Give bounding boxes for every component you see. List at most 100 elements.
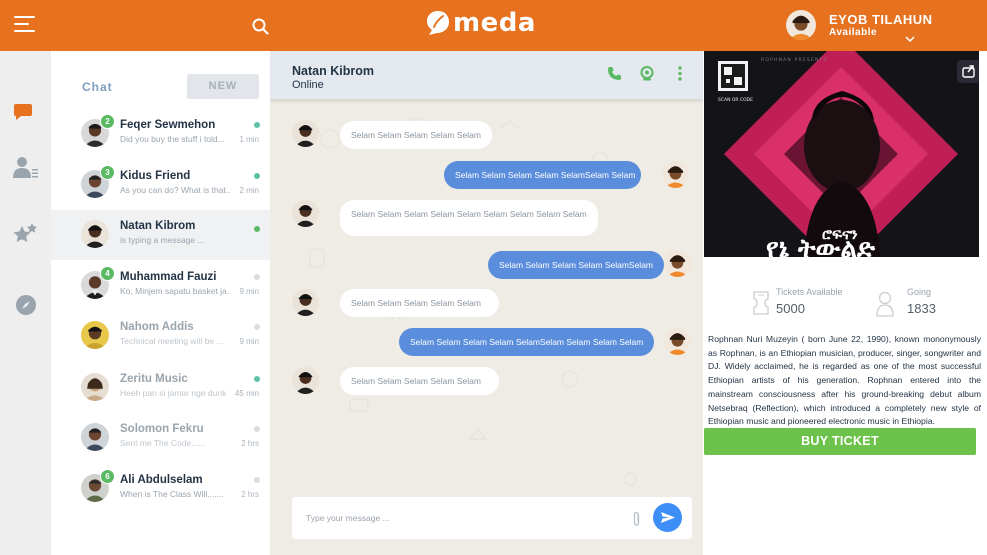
chat-bubble-icon[interactable] (12, 101, 34, 128)
share-icon (962, 65, 975, 78)
list-item[interactable]: 4 Muhammad Fauzi Ko, Minjem sapatu baske… (51, 261, 270, 311)
video-call-icon[interactable] (639, 66, 655, 86)
list-item[interactable]: Nahom Addis Technical meeting will be ..… (51, 311, 270, 361)
message-input[interactable]: Type your message ... (306, 513, 390, 523)
avatar (81, 321, 109, 349)
list-item[interactable]: Zeritu Music Heeh pan si jamar nge dunk … (51, 363, 270, 413)
online-dot (254, 122, 260, 128)
tab-chat[interactable]: Chat (82, 80, 113, 94)
message-time: 2 hrs (241, 439, 259, 448)
poster-album-amharic: የኔ ትውልድ (766, 234, 876, 257)
offline-dot (254, 274, 260, 280)
message-time: 1 min (239, 135, 259, 144)
ticket-icon (753, 291, 769, 315)
contact-name: Feqer Sewmehon (120, 119, 216, 131)
contacts-icon[interactable] (12, 156, 40, 185)
user-status: Available (829, 27, 878, 38)
conversation-panel: Natan Kibrom Online Selam Selam Selam Se… (270, 51, 703, 555)
message-composer: Type your message ... (292, 497, 692, 539)
logo-leaf-icon (427, 11, 449, 35)
avatar (292, 200, 319, 227)
message-preview: As you can do? What is that... (120, 185, 230, 195)
contact-name: Natan Kibrom (120, 220, 196, 232)
person-icon (876, 291, 894, 317)
compass-icon[interactable] (15, 294, 37, 321)
tickets-label: Tickets Available (776, 287, 843, 297)
contact-status: Online (292, 79, 324, 91)
avatar (81, 373, 109, 401)
avatar (664, 250, 691, 277)
avatar (292, 289, 319, 316)
menu-icon[interactable] (14, 16, 35, 33)
unread-badge: 6 (100, 469, 115, 484)
new-chat-button[interactable]: NEW (187, 74, 259, 99)
list-item[interactable]: 6 Ali Abdulselam When is The Class Will.… (51, 464, 270, 514)
send-button[interactable] (653, 503, 682, 532)
poster-presents: ROPHNAN PRESENTS (761, 57, 828, 63)
list-item-active[interactable]: Natan Kibrom is typing a message ... (51, 210, 270, 260)
phone-icon[interactable] (607, 66, 622, 86)
online-dot (254, 173, 260, 179)
avatar (292, 120, 319, 147)
offline-dot (254, 477, 260, 483)
message-bubble-incoming: Selam Selam Selam Selam Selam (340, 121, 492, 149)
list-item[interactable]: 3 Kidus Friend As you can do? What is th… (51, 160, 270, 210)
favorites-icon[interactable] (12, 222, 40, 253)
event-description: Rophnan Nuri Muzeyin ( born June 22, 199… (708, 334, 981, 427)
offline-dot (254, 324, 260, 330)
event-poster[interactable]: ROPHNAN PRESENTS SCAN OR CODE ሮፍናን የኔ ትው… (704, 51, 979, 257)
list-item[interactable]: Solomon Fekru Sent me The Code...... 2 h… (51, 413, 270, 463)
buy-ticket-button[interactable]: BUY TICKET (704, 428, 976, 455)
tickets-available-stat: Tickets Available 5000 (753, 287, 843, 316)
message-bubble-outgoing: Selam Selam Selam Selam SelamSelam (488, 251, 665, 279)
unread-badge: 3 (100, 165, 115, 180)
online-dot (254, 226, 260, 232)
conversation-header: Natan Kibrom Online (270, 51, 703, 99)
chat-list-panel: Chat NEW 2 Feqer Sewmehon Did you buy th… (51, 51, 270, 555)
chevron-down-icon[interactable] (905, 29, 915, 47)
contact-name[interactable]: Natan Kibrom (292, 64, 374, 78)
contact-name: Nahom Addis (120, 321, 194, 333)
list-item[interactable]: 2 Feqer Sewmehon Did you buy the stuff i… (51, 109, 270, 159)
message-bubble-outgoing: Selam Selam Selam Selam SelamSelam Selam… (399, 328, 655, 356)
more-options-icon[interactable] (678, 66, 682, 86)
offline-dot (254, 426, 260, 432)
online-dot (254, 376, 260, 382)
going-value: 1833 (907, 301, 936, 316)
avatar (81, 220, 109, 248)
tickets-value: 5000 (776, 301, 805, 316)
unread-badge: 4 (100, 266, 115, 281)
message-preview: When is The Class Will....... (120, 489, 224, 499)
user-avatar[interactable] (786, 10, 816, 40)
share-button[interactable] (957, 60, 979, 83)
top-bar: meda EYOB TILAHUN Available (0, 0, 987, 51)
event-panel: ROPHNAN PRESENTS SCAN OR CODE ሮፍናን የኔ ትው… (703, 51, 987, 555)
message-time: 9 min (239, 337, 259, 346)
contact-name: Ali Abdulselam (120, 474, 203, 486)
message-preview: Did you buy the stuff i told... (120, 134, 225, 144)
message-preview: Sent me The Code...... (120, 438, 206, 448)
attachment-icon[interactable] (632, 511, 641, 532)
message-thread: Selam Selam Selam Selam Selam Selam Sela… (270, 99, 703, 539)
nav-rail (0, 51, 51, 555)
message-time: 2 hrs (241, 490, 259, 499)
message-time: 2 min (239, 186, 259, 195)
message-time: 9 min (239, 287, 259, 296)
send-icon (661, 512, 675, 523)
contact-name: Kidus Friend (120, 170, 191, 182)
unread-badge: 2 (100, 114, 115, 129)
avatar (292, 367, 319, 394)
app-logo[interactable]: meda (426, 8, 536, 38)
avatar (664, 328, 691, 355)
avatar (81, 423, 109, 451)
contact-name: Zeritu Music (120, 373, 188, 385)
message-bubble-incoming: Selam Selam Selam Selam Selam (340, 367, 499, 395)
search-icon[interactable] (252, 18, 269, 40)
poster-scan-label: SCAN OR CODE (718, 97, 753, 103)
going-label: Going (907, 287, 932, 297)
user-name[interactable]: EYOB TILAHUN (829, 12, 933, 27)
message-preview: Heeh pan si jamar nge dunk (120, 388, 227, 398)
contact-name: Solomon Fekru (120, 423, 204, 435)
contact-name: Muhammad Fauzi (120, 271, 217, 283)
message-bubble-incoming: Selam Selam Selam Selam Selam Selam Sela… (340, 200, 598, 236)
